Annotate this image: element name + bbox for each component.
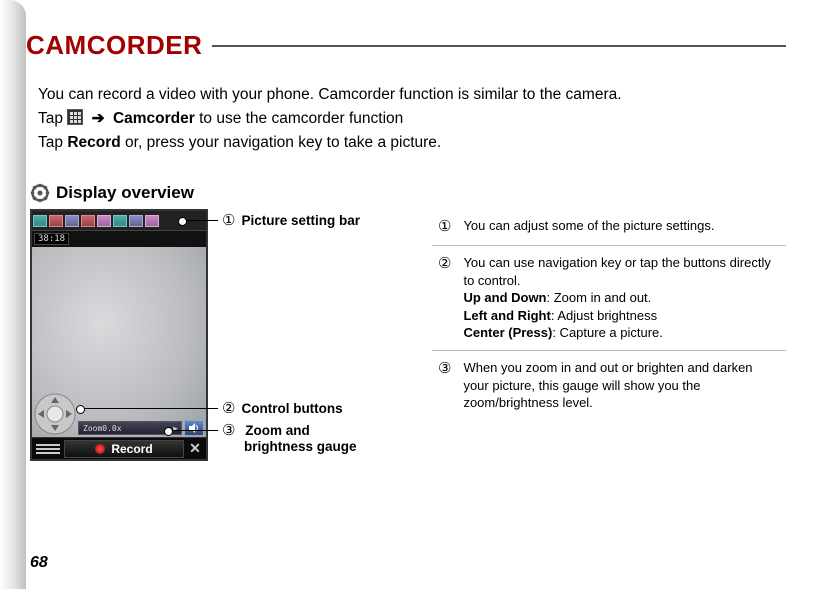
record-button: Record xyxy=(64,440,184,458)
desc-2-lr-text: : Adjust brightness xyxy=(551,308,657,323)
desc-2-lr-label: Left and Right xyxy=(463,308,550,323)
callout-3-num: ③ xyxy=(222,421,235,439)
intro-line2-post: to use the camcorder function xyxy=(199,110,403,127)
intro-line-1: You can record a video with your phone. … xyxy=(38,83,786,107)
callout-1: ① Picture setting bar xyxy=(222,211,360,229)
zoom-brightness-gauge: Zoom0.0x xyxy=(78,419,206,437)
callout-2-num: ② xyxy=(222,399,235,417)
page-title: CAMCORDER xyxy=(26,30,212,61)
desc-2-c-text: : Capture a picture. xyxy=(552,325,663,340)
desc-1-num: ① xyxy=(438,217,451,237)
desc-1-text: You can adjust some of the picture setti… xyxy=(463,217,714,237)
menu-icon xyxy=(36,440,60,458)
callout-1-num: ① xyxy=(222,211,235,229)
section-heading-text: Display overview xyxy=(56,183,194,203)
callout-2-label: Control buttons xyxy=(241,401,342,416)
intro-line-3: Tap Record or, press your navigation key… xyxy=(38,131,786,155)
page-number: 68 xyxy=(30,554,48,572)
intro-tap-1: Tap xyxy=(38,110,67,127)
control-dpad xyxy=(34,393,76,435)
desc-2-num: ② xyxy=(438,254,451,342)
leader-line-3 xyxy=(168,430,218,431)
desc-2-upd-label: Up and Down xyxy=(463,290,546,305)
callout-3: ③ Zoom and brightness gauge xyxy=(222,421,357,454)
time-counter: 38:18 xyxy=(34,233,69,245)
desc-2-upd-text: : Zoom in and out. xyxy=(547,290,652,305)
intro-line-2: Tap ➔ Camcorder to use the camcorder fun… xyxy=(38,107,786,131)
close-icon: ✕ xyxy=(184,440,206,457)
intro-tap-2: Tap xyxy=(38,134,67,151)
callout-3-label-line2: brightness gauge xyxy=(222,439,357,454)
gear-icon xyxy=(30,183,50,203)
desc-2-c-label: Center (Press) xyxy=(463,325,552,340)
description-item-1: ① You can adjust some of the picture set… xyxy=(432,209,786,246)
leader-line-2 xyxy=(80,408,218,409)
bottom-bar: Record ✕ xyxy=(32,437,206,459)
record-dot-icon xyxy=(95,444,105,454)
page-side-bar xyxy=(0,0,26,589)
description-item-2: ② You can use navigation key or tap the … xyxy=(432,246,786,351)
intro-record: Record xyxy=(67,134,120,151)
description-item-3: ③ When you zoom in and out or brighten a… xyxy=(432,351,786,420)
speaker-icon xyxy=(184,420,204,436)
title-rule xyxy=(212,45,786,47)
record-button-label: Record xyxy=(111,442,152,456)
phone-screenshot: 38:18 Zoom0.0x xyxy=(30,209,208,461)
intro-text: You can record a video with your phone. … xyxy=(38,83,786,155)
desc-2-line1: You can use navigation key or tap the bu… xyxy=(463,254,780,289)
arrow-icon: ➔ xyxy=(88,110,109,127)
callout-3-label-line1: Zoom and xyxy=(245,423,310,438)
description-list: ① You can adjust some of the picture set… xyxy=(424,209,786,420)
desc-3-text: When you zoom in and out or brighten and… xyxy=(463,359,780,412)
menu-grid-icon xyxy=(67,109,83,125)
desc-2-text: You can use navigation key or tap the bu… xyxy=(463,254,780,342)
callout-2: ② Control buttons xyxy=(222,399,343,417)
intro-camcorder: Camcorder xyxy=(113,110,195,127)
leader-line-1 xyxy=(182,220,218,221)
callout-1-label: Picture setting bar xyxy=(241,213,360,228)
desc-3-num: ③ xyxy=(438,359,451,412)
intro-line3-post: or, press your navigation key to take a … xyxy=(125,134,441,151)
section-heading: Display overview xyxy=(30,183,786,203)
counter-row: 38:18 xyxy=(32,231,206,247)
